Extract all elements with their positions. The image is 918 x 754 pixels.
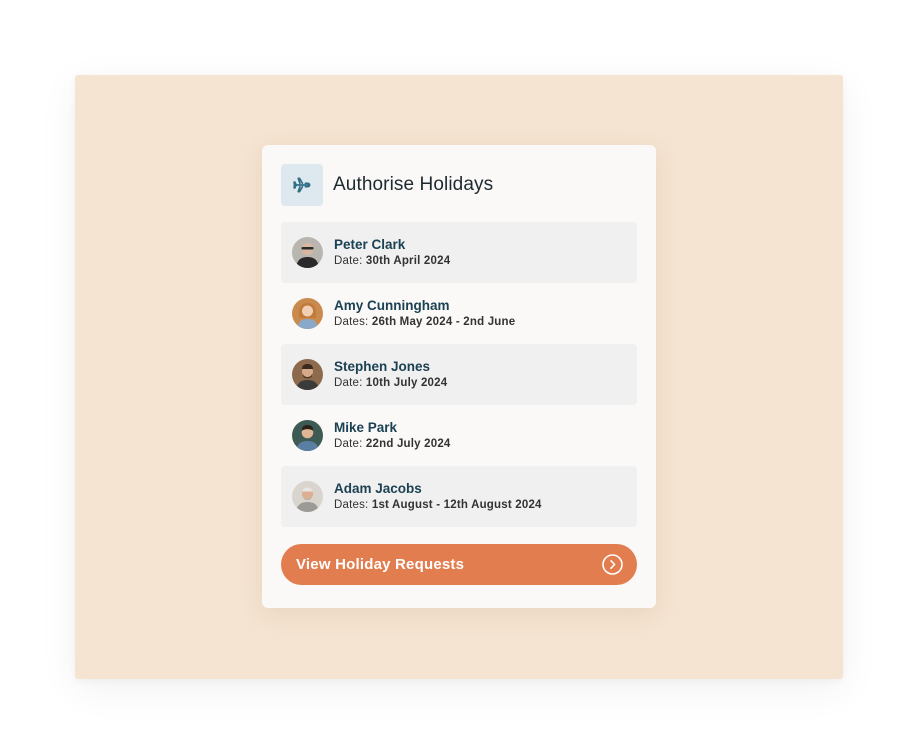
- request-date: Dates: 1st August - 12th August 2024: [334, 497, 542, 514]
- date-label: Date:: [334, 376, 363, 389]
- list-item[interactable]: Amy Cunningham Dates: 26th May 2024 - 2n…: [281, 283, 637, 344]
- airplane-icon: [293, 177, 311, 193]
- employee-name: Mike Park: [334, 419, 398, 435]
- cta-label: View Holiday Requests: [296, 556, 465, 573]
- avatar: [292, 237, 323, 268]
- date-value: 26th May 2024 - 2nd June: [371, 315, 516, 328]
- header-icon-box: [281, 164, 323, 206]
- request-date: Dates: 26th May 2024 - 2nd June: [334, 314, 515, 331]
- avatar: [292, 359, 323, 390]
- list-item-text: Amy Cunningham Dates: 26th May 2024 - 2n…: [334, 297, 515, 331]
- employee-name: Peter Clark: [334, 236, 406, 252]
- list-item[interactable]: Adam Jacobs Dates: 1st August - 12th Aug…: [281, 466, 637, 527]
- card-title: Authorise Holidays: [333, 174, 494, 195]
- date-label: Dates:: [334, 498, 369, 511]
- authorise-holidays-card: Authorise Holidays Peter Clark Date: 30t…: [262, 145, 656, 608]
- list-item-text: Peter Clark Date: 30th April 2024: [334, 236, 450, 270]
- employee-name: Stephen Jones: [334, 358, 431, 374]
- view-holiday-requests-button[interactable]: View Holiday Requests: [281, 544, 637, 585]
- request-date: Date: 10th July 2024: [334, 375, 447, 392]
- date-label: Date:: [334, 254, 363, 267]
- avatar: [292, 481, 323, 512]
- avatar: [292, 298, 323, 329]
- date-label: Dates:: [334, 315, 369, 328]
- list-item-text: Mike Park Date: 22nd July 2024: [334, 419, 451, 453]
- employee-name: Adam Jacobs: [334, 480, 422, 496]
- chevron-right-circle-icon: [602, 554, 623, 575]
- list-item[interactable]: Mike Park Date: 22nd July 2024: [281, 405, 637, 466]
- date-value: 30th April 2024: [365, 254, 451, 267]
- list-item[interactable]: Peter Clark Date: 30th April 2024: [281, 222, 637, 283]
- avatar: [292, 420, 323, 451]
- list-item[interactable]: Stephen Jones Date: 10th July 2024: [281, 344, 637, 405]
- date-value: 1st August - 12th August 2024: [371, 498, 542, 511]
- date-label: Date:: [334, 437, 363, 450]
- date-value: 22nd July 2024: [365, 437, 451, 450]
- date-value: 10th July 2024: [365, 376, 448, 389]
- request-date: Date: 22nd July 2024: [334, 436, 451, 453]
- list-item-text: Stephen Jones Date: 10th July 2024: [334, 358, 447, 392]
- request-date: Date: 30th April 2024: [334, 253, 450, 270]
- employee-name: Amy Cunningham: [334, 297, 450, 313]
- holiday-request-list: Peter Clark Date: 30th April 2024 Amy Cu…: [281, 222, 637, 527]
- list-item-text: Adam Jacobs Dates: 1st August - 12th Aug…: [334, 480, 542, 514]
- card-header: Authorise Holidays: [281, 164, 493, 206]
